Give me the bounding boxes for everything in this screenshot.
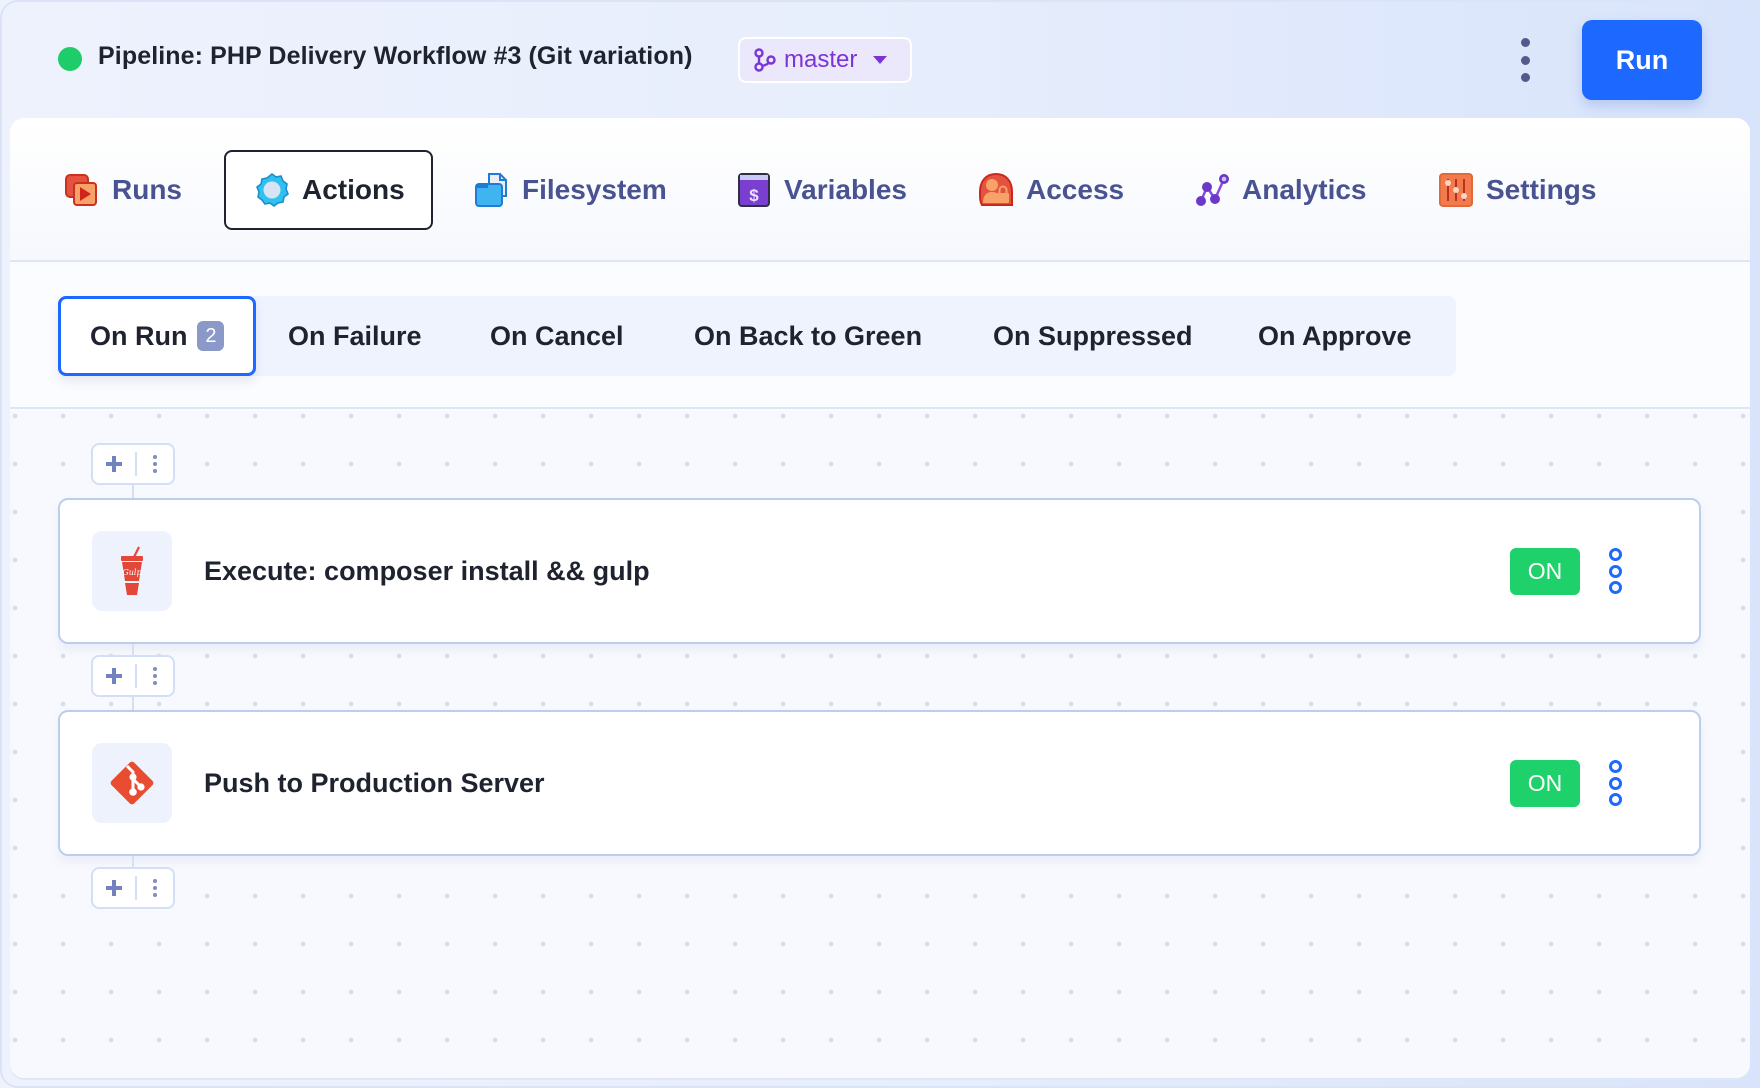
- subtab-on-failure[interactable]: On Failure: [288, 296, 422, 376]
- tab-variables[interactable]: $ Variables: [736, 150, 907, 230]
- subtab-on-cancel[interactable]: On Cancel: [490, 296, 624, 376]
- add-action-button[interactable]: [93, 869, 135, 907]
- user-lock-icon: [978, 172, 1013, 206]
- sliders-icon: [1439, 173, 1473, 207]
- connector-line: [132, 485, 134, 498]
- dot-icon: [153, 674, 157, 678]
- trigger-tabs-bar: On Run 2 On Failure On Cancel On Back to…: [10, 264, 1750, 409]
- action-enabled-toggle[interactable]: ON: [1510, 548, 1580, 595]
- subtab-on-failure-label: On Failure: [288, 320, 422, 351]
- tab-analytics[interactable]: Analytics: [1194, 150, 1367, 230]
- kebab-dot-icon: [1608, 548, 1622, 561]
- kebab-dot-icon: [1608, 564, 1622, 578]
- connector-line: [132, 856, 134, 867]
- tab-access[interactable]: Access: [978, 150, 1124, 230]
- tab-runs-label: Runs: [112, 174, 182, 205]
- action-title: Execute: composer install && gulp: [204, 556, 650, 586]
- runs-play-icon: [65, 174, 97, 206]
- action-icon-tile: [92, 743, 172, 823]
- subtab-on-back-to-green-label: On Back to Green: [694, 320, 923, 351]
- main-tabs: Runs Actions Filesystem $ Variables Acce…: [10, 118, 1750, 262]
- dot-icon: [153, 455, 157, 459]
- subtab-on-approve-label: On Approve: [1258, 320, 1412, 351]
- dot-icon: [153, 886, 157, 890]
- action-icon-tile: Gulp: [92, 531, 172, 611]
- action-enabled-toggle[interactable]: ON: [1510, 760, 1580, 807]
- add-action-control: [91, 867, 175, 909]
- tab-filesystem-label: Filesystem: [522, 174, 667, 205]
- tab-filesystem[interactable]: Filesystem: [474, 150, 667, 230]
- connector-line: [132, 697, 134, 710]
- connector-line: [132, 644, 134, 655]
- svg-text:Gulp: Gulp: [122, 568, 141, 577]
- pipeline-title: Pipeline: PHP Delivery Workflow #3 (Git …: [98, 42, 693, 70]
- kebab-dot-icon: [1520, 55, 1530, 65]
- subtab-on-cancel-label: On Cancel: [490, 320, 624, 351]
- action-card[interactable]: Push to Production Server ON: [58, 710, 1701, 856]
- gulp-icon: Gulp: [121, 546, 143, 595]
- kebab-dot-icon: [1608, 581, 1622, 594]
- plus-icon: [106, 456, 122, 472]
- kebab-dot-icon: [1520, 73, 1530, 82]
- add-action-button[interactable]: [93, 445, 135, 483]
- action-more-menu[interactable]: [1607, 548, 1623, 594]
- run-button[interactable]: Run: [1582, 20, 1702, 100]
- kebab-dot-icon: [1608, 776, 1622, 790]
- trigger-tabs: On Run 2 On Failure On Cancel On Back to…: [58, 296, 1456, 376]
- action-card[interactable]: Gulp Execute: composer install && gulp O…: [58, 498, 1701, 644]
- gear-icon: [256, 172, 289, 207]
- tab-access-label: Access: [1026, 174, 1125, 205]
- action-title: Push to Production Server: [204, 768, 545, 798]
- add-action-control: [91, 443, 175, 485]
- subtab-on-back-to-green[interactable]: On Back to Green: [694, 296, 922, 376]
- dot-icon: [153, 681, 157, 685]
- subtab-on-run-label: On Run: [90, 320, 188, 351]
- subtab-on-suppressed-label: On Suppressed: [993, 320, 1193, 351]
- action-more-menu[interactable]: [1607, 760, 1623, 806]
- subtab-on-run[interactable]: On Run 2: [58, 296, 256, 376]
- tab-runs[interactable]: Runs: [64, 150, 182, 230]
- pipeline-more-menu[interactable]: [1514, 38, 1536, 82]
- subtab-on-approve[interactable]: On Approve: [1258, 296, 1412, 376]
- tab-analytics-label: Analytics: [1242, 174, 1367, 205]
- dot-icon: [153, 667, 157, 671]
- actions-canvas: Gulp Execute: composer install && gulp O…: [10, 411, 1750, 1078]
- tab-settings[interactable]: Settings: [1438, 150, 1596, 230]
- file-folder-icon: [475, 173, 507, 207]
- tab-variables-label: Variables: [784, 174, 907, 205]
- tab-actions-label: Actions: [302, 174, 405, 205]
- dot-icon: [153, 893, 157, 897]
- add-more-options-button[interactable]: [137, 657, 173, 695]
- kebab-dot-icon: [1608, 760, 1622, 773]
- git-branch-icon: [754, 48, 776, 72]
- tab-settings-label: Settings: [1486, 174, 1597, 205]
- kebab-dot-icon: [1608, 793, 1622, 806]
- add-more-options-button[interactable]: [137, 869, 173, 907]
- analytics-nodes-icon: [1196, 174, 1229, 206]
- dot-icon: [153, 879, 157, 883]
- dot-icon: [153, 462, 157, 466]
- plus-icon: [106, 668, 122, 684]
- add-action-control: [91, 655, 175, 697]
- add-more-options-button[interactable]: [137, 445, 173, 483]
- git-logo-icon: [110, 761, 154, 805]
- tab-actions[interactable]: Actions: [224, 150, 433, 230]
- plus-icon: [106, 880, 122, 896]
- count-badge: 2: [197, 321, 225, 351]
- chevron-down-icon: [873, 56, 888, 64]
- kebab-dot-icon: [1520, 38, 1530, 47]
- svg-text:$: $: [749, 186, 759, 205]
- pipeline-panel: Runs Actions Filesystem $ Variables Acce…: [10, 118, 1750, 1078]
- pipeline-status-indicator: [58, 47, 82, 71]
- dollar-variable-icon: $: [738, 173, 770, 207]
- add-action-button[interactable]: [93, 657, 135, 695]
- subtab-on-suppressed[interactable]: On Suppressed: [993, 296, 1193, 376]
- branch-label: master: [784, 46, 858, 73]
- branch-selector[interactable]: master: [738, 37, 912, 83]
- dot-icon: [153, 469, 157, 473]
